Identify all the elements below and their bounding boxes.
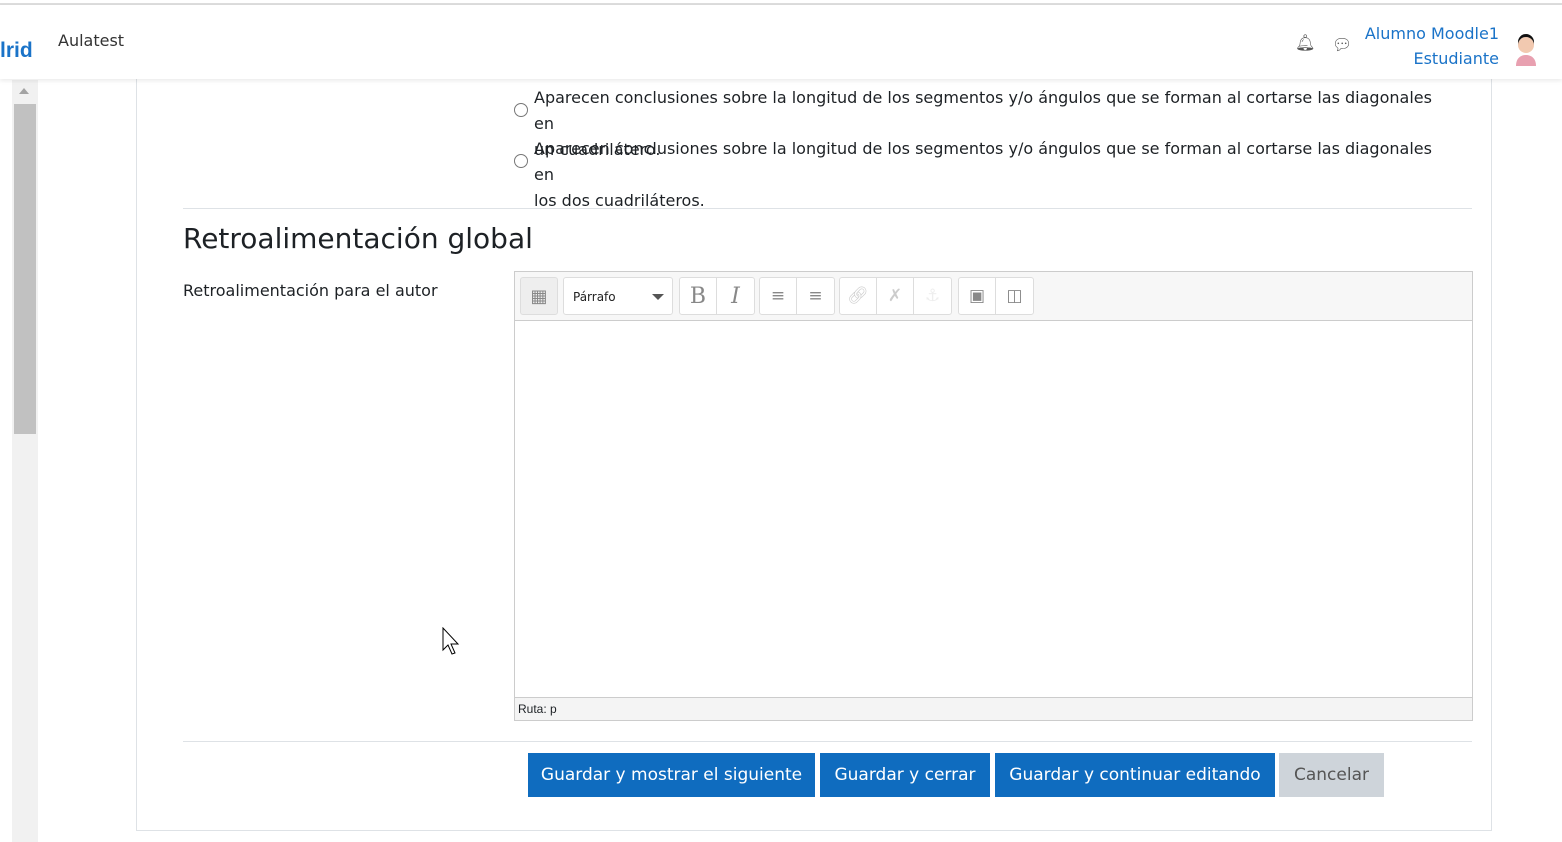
site-name-link[interactable]: Aulatest bbox=[58, 31, 124, 50]
option-text: los dos cuadriláteros. bbox=[534, 191, 705, 210]
radio-button[interactable] bbox=[514, 154, 528, 168]
user-name[interactable]: Alumno Moodle1 bbox=[1365, 24, 1499, 43]
link-group: 🔗︎ ✗ ⚓ bbox=[839, 277, 952, 315]
scrollbar-thumb[interactable] bbox=[14, 104, 36, 434]
anchor-icon[interactable]: ⚓ bbox=[914, 278, 951, 314]
user-avatar-icon[interactable] bbox=[1513, 33, 1539, 67]
save-and-close-button[interactable]: Guardar y cerrar bbox=[820, 753, 990, 797]
italic-icon[interactable]: I bbox=[717, 278, 754, 314]
editor-path-bar: Ruta: p bbox=[515, 697, 1472, 720]
rich-text-editor: ▦ Párrafo B I ≡ ≡ 🔗︎ ✗ ⚓ ▣ ◫ Ruta: p bbox=[514, 271, 1473, 721]
field-label: Retroalimentación para el autor bbox=[183, 281, 438, 300]
save-and-show-next-button[interactable]: Guardar y mostrar el siguiente bbox=[528, 753, 815, 797]
mouse-cursor-icon bbox=[442, 627, 460, 655]
divider bbox=[183, 208, 1472, 209]
list-group: ≡ ≡ bbox=[759, 277, 835, 315]
chevron-down-icon bbox=[652, 294, 664, 300]
editor-toolbar: ▦ Párrafo B I ≡ ≡ 🔗︎ ✗ ⚓ ▣ ◫ bbox=[515, 272, 1472, 321]
brand-logo[interactable]: lrid bbox=[0, 39, 33, 63]
answer-option-2[interactable]: Aparecen conclusiones sobre la longitud … bbox=[514, 136, 1454, 214]
bulleted-list-icon[interactable]: ≡ bbox=[760, 278, 797, 314]
divider bbox=[183, 741, 1472, 742]
notifications-bell-icon[interactable]: 🔔︎ bbox=[1295, 33, 1315, 52]
format-value: Párrafo bbox=[573, 290, 616, 304]
scroll-up-arrow-icon[interactable] bbox=[19, 88, 29, 94]
radio-button[interactable] bbox=[514, 103, 528, 117]
page-scrollbar[interactable] bbox=[12, 80, 38, 842]
messages-chat-icon[interactable]: 💬︎ bbox=[1332, 35, 1352, 54]
media-film-icon[interactable]: ◫ bbox=[996, 278, 1033, 314]
bold-icon[interactable]: B bbox=[680, 278, 717, 314]
navbar: lrid Aulatest 🔔︎ 💬︎ Alumno Moodle1 Estud… bbox=[0, 5, 1562, 79]
format-select[interactable]: Párrafo bbox=[563, 277, 673, 315]
cancel-button[interactable]: Cancelar bbox=[1279, 753, 1384, 797]
media-group: ▣ ◫ bbox=[958, 277, 1034, 315]
text-style-group: B I bbox=[679, 277, 755, 315]
numbered-list-icon[interactable]: ≡ bbox=[797, 278, 834, 314]
option-text: Aparecen conclusiones sobre la longitud … bbox=[534, 139, 1432, 184]
user-role: Estudiante bbox=[1413, 49, 1499, 68]
section-heading: Retroalimentación global bbox=[183, 222, 533, 255]
toolbar-toggle-icon[interactable]: ▦ bbox=[520, 277, 558, 315]
editor-content-area[interactable] bbox=[515, 321, 1472, 697]
option-text: Aparecen conclusiones sobre la longitud … bbox=[534, 88, 1432, 133]
link-icon[interactable]: 🔗︎ bbox=[840, 278, 877, 314]
save-and-continue-button[interactable]: Guardar y continuar editando bbox=[995, 753, 1275, 797]
unlink-icon[interactable]: ✗ bbox=[877, 278, 914, 314]
image-icon[interactable]: ▣ bbox=[959, 278, 996, 314]
